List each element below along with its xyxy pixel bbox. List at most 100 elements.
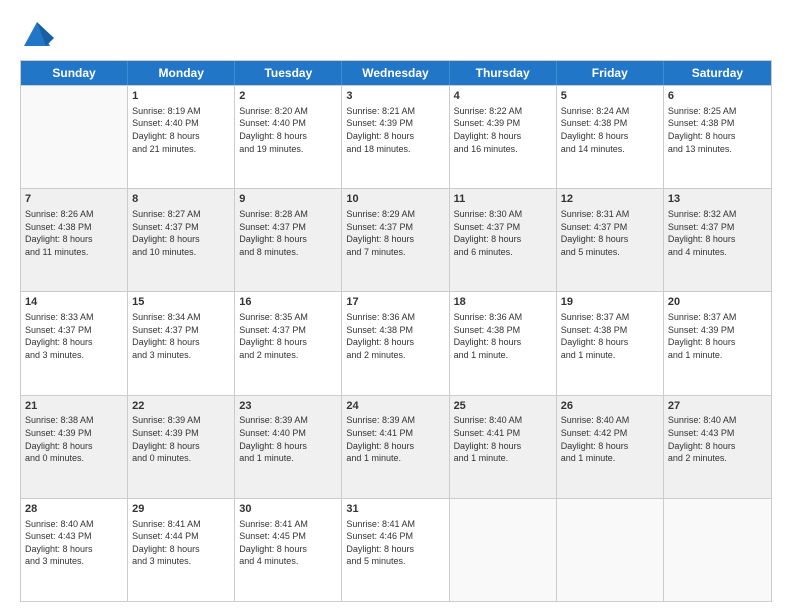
cell-line: Sunrise: 8:22 AM <box>454 105 552 118</box>
calendar-cell: 22Sunrise: 8:39 AMSunset: 4:39 PMDayligh… <box>128 396 235 498</box>
cell-line: Sunrise: 8:36 AM <box>454 311 552 324</box>
cell-line: Daylight: 8 hours <box>454 233 552 246</box>
cell-line: Sunrise: 8:21 AM <box>346 105 444 118</box>
cell-line: Sunrise: 8:40 AM <box>25 518 123 531</box>
cell-line: Daylight: 8 hours <box>346 440 444 453</box>
day-header-saturday: Saturday <box>664 61 771 85</box>
cell-line: Daylight: 8 hours <box>561 233 659 246</box>
cell-line: Sunset: 4:37 PM <box>346 221 444 234</box>
cell-line: Daylight: 8 hours <box>25 543 123 556</box>
cell-line: and 10 minutes. <box>132 246 230 259</box>
cell-line: Sunrise: 8:39 AM <box>239 414 337 427</box>
calendar-cell: 20Sunrise: 8:37 AMSunset: 4:39 PMDayligh… <box>664 292 771 394</box>
day-header-monday: Monday <box>128 61 235 85</box>
cell-line: Sunrise: 8:28 AM <box>239 208 337 221</box>
day-number: 5 <box>561 89 659 104</box>
cell-line: Daylight: 8 hours <box>132 336 230 349</box>
day-number: 13 <box>668 192 767 207</box>
cell-line: Sunrise: 8:41 AM <box>346 518 444 531</box>
calendar-cell: 21Sunrise: 8:38 AMSunset: 4:39 PMDayligh… <box>21 396 128 498</box>
day-number: 25 <box>454 399 552 414</box>
day-number: 6 <box>668 89 767 104</box>
calendar-cell: 7Sunrise: 8:26 AMSunset: 4:38 PMDaylight… <box>21 189 128 291</box>
cell-line: and 16 minutes. <box>454 143 552 156</box>
cell-line: Daylight: 8 hours <box>25 233 123 246</box>
cell-line: Daylight: 8 hours <box>454 130 552 143</box>
cell-line: and 6 minutes. <box>454 246 552 259</box>
calendar-cell: 1Sunrise: 8:19 AMSunset: 4:40 PMDaylight… <box>128 86 235 188</box>
day-number: 21 <box>25 399 123 414</box>
cell-line: Sunset: 4:37 PM <box>25 324 123 337</box>
calendar: SundayMondayTuesdayWednesdayThursdayFrid… <box>20 60 772 602</box>
day-number: 15 <box>132 295 230 310</box>
calendar-cell: 9Sunrise: 8:28 AMSunset: 4:37 PMDaylight… <box>235 189 342 291</box>
cell-line: and 5 minutes. <box>346 555 444 568</box>
cell-line: and 3 minutes. <box>25 555 123 568</box>
cell-line: and 8 minutes. <box>239 246 337 259</box>
day-number: 7 <box>25 192 123 207</box>
cell-line: and 1 minute. <box>668 349 767 362</box>
day-number: 19 <box>561 295 659 310</box>
cell-line: Daylight: 8 hours <box>668 440 767 453</box>
calendar-row-0: 1Sunrise: 8:19 AMSunset: 4:40 PMDaylight… <box>21 85 771 188</box>
day-number: 28 <box>25 502 123 517</box>
calendar-cell: 18Sunrise: 8:36 AMSunset: 4:38 PMDayligh… <box>450 292 557 394</box>
cell-line: Sunset: 4:41 PM <box>454 427 552 440</box>
calendar-cell: 16Sunrise: 8:35 AMSunset: 4:37 PMDayligh… <box>235 292 342 394</box>
calendar-cell <box>21 86 128 188</box>
logo-icon <box>20 18 54 52</box>
cell-line: and 4 minutes. <box>668 246 767 259</box>
cell-line: and 1 minute. <box>561 349 659 362</box>
calendar-cell: 13Sunrise: 8:32 AMSunset: 4:37 PMDayligh… <box>664 189 771 291</box>
cell-line: and 18 minutes. <box>346 143 444 156</box>
cell-line: and 1 minute. <box>239 452 337 465</box>
cell-line: and 13 minutes. <box>668 143 767 156</box>
cell-line: Sunset: 4:40 PM <box>239 427 337 440</box>
cell-line: Daylight: 8 hours <box>561 440 659 453</box>
day-header-friday: Friday <box>557 61 664 85</box>
cell-line: Daylight: 8 hours <box>346 233 444 246</box>
header <box>20 18 772 52</box>
cell-line: Sunset: 4:38 PM <box>668 117 767 130</box>
calendar-cell: 8Sunrise: 8:27 AMSunset: 4:37 PMDaylight… <box>128 189 235 291</box>
cell-line: Sunrise: 8:40 AM <box>668 414 767 427</box>
cell-line: Sunrise: 8:24 AM <box>561 105 659 118</box>
cell-line: Sunset: 4:41 PM <box>346 427 444 440</box>
day-header-sunday: Sunday <box>21 61 128 85</box>
day-number: 18 <box>454 295 552 310</box>
day-number: 20 <box>668 295 767 310</box>
cell-line: Daylight: 8 hours <box>561 336 659 349</box>
cell-line: and 2 minutes. <box>668 452 767 465</box>
cell-line: Sunrise: 8:39 AM <box>346 414 444 427</box>
cell-line: Sunset: 4:43 PM <box>668 427 767 440</box>
cell-line: and 1 minute. <box>454 452 552 465</box>
cell-line: and 1 minute. <box>454 349 552 362</box>
cell-line: and 3 minutes. <box>132 349 230 362</box>
cell-line: Daylight: 8 hours <box>346 543 444 556</box>
cell-line: Sunrise: 8:40 AM <box>561 414 659 427</box>
cell-line: Sunset: 4:38 PM <box>561 117 659 130</box>
calendar-row-1: 7Sunrise: 8:26 AMSunset: 4:38 PMDaylight… <box>21 188 771 291</box>
calendar-row-3: 21Sunrise: 8:38 AMSunset: 4:39 PMDayligh… <box>21 395 771 498</box>
day-number: 10 <box>346 192 444 207</box>
cell-line: and 11 minutes. <box>25 246 123 259</box>
calendar-cell: 11Sunrise: 8:30 AMSunset: 4:37 PMDayligh… <box>450 189 557 291</box>
cell-line: Daylight: 8 hours <box>239 130 337 143</box>
day-number: 16 <box>239 295 337 310</box>
calendar-cell <box>664 499 771 601</box>
day-number: 11 <box>454 192 552 207</box>
calendar-cell: 4Sunrise: 8:22 AMSunset: 4:39 PMDaylight… <box>450 86 557 188</box>
cell-line: Sunset: 4:40 PM <box>132 117 230 130</box>
cell-line: Sunset: 4:37 PM <box>668 221 767 234</box>
day-number: 3 <box>346 89 444 104</box>
cell-line: Sunrise: 8:37 AM <box>561 311 659 324</box>
calendar-row-2: 14Sunrise: 8:33 AMSunset: 4:37 PMDayligh… <box>21 291 771 394</box>
cell-line: Daylight: 8 hours <box>132 440 230 453</box>
calendar-cell: 17Sunrise: 8:36 AMSunset: 4:38 PMDayligh… <box>342 292 449 394</box>
cell-line: Sunrise: 8:33 AM <box>25 311 123 324</box>
day-number: 12 <box>561 192 659 207</box>
calendar-cell: 3Sunrise: 8:21 AMSunset: 4:39 PMDaylight… <box>342 86 449 188</box>
cell-line: Sunrise: 8:38 AM <box>25 414 123 427</box>
day-number: 27 <box>668 399 767 414</box>
cell-line: Sunset: 4:46 PM <box>346 530 444 543</box>
